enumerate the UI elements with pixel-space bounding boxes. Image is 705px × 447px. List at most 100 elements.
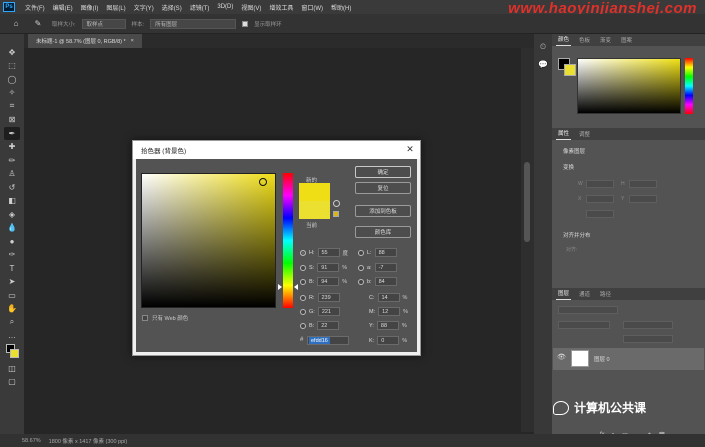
screen-mode-icon[interactable]: ▢ xyxy=(4,376,20,389)
tab-patterns[interactable]: 图案 xyxy=(619,36,634,46)
crop-tool-icon[interactable]: ⌗ xyxy=(4,100,20,113)
background-color-swatch[interactable] xyxy=(10,349,19,358)
tab-color[interactable]: 颜色 xyxy=(556,35,572,46)
eyedropper-preset-icon[interactable]: ✎ xyxy=(30,17,46,30)
color-selection-marker[interactable] xyxy=(259,178,267,186)
frame-tool-icon[interactable]: ⊠ xyxy=(4,114,20,127)
yellow-input[interactable]: 88 xyxy=(376,321,399,330)
color-libraries-button[interactable]: 颜色库 xyxy=(355,226,411,238)
show-ring-checkbox[interactable] xyxy=(242,20,249,27)
zoom-tool-icon[interactable]: ⌕ xyxy=(4,316,20,329)
tab-swatches[interactable]: 色板 xyxy=(577,36,592,46)
angle-field[interactable] xyxy=(586,210,614,218)
hue-slider-left-arrow-icon[interactable] xyxy=(278,284,282,290)
menu-edit[interactable]: 编辑(E) xyxy=(49,3,77,12)
a-channel-radio[interactable] xyxy=(358,264,364,271)
dialog-close-icon[interactable]: ✕ xyxy=(404,143,416,155)
history-brush-icon[interactable]: ↺ xyxy=(4,181,20,194)
blend-mode-select[interactable] xyxy=(558,321,610,329)
web-colors-only-checkbox[interactable] xyxy=(142,315,148,321)
sample-select[interactable]: 所有图层 xyxy=(150,18,237,29)
healing-brush-icon[interactable]: ✚ xyxy=(4,141,20,154)
eyedropper-tool-icon[interactable]: ✒ xyxy=(4,127,20,140)
current-color-swatch[interactable] xyxy=(299,201,330,219)
blue-input[interactable]: 22 xyxy=(317,321,340,330)
transform-section-label[interactable]: 变换 xyxy=(563,163,574,171)
zoom-level[interactable]: 58.67% xyxy=(22,438,41,444)
hue-slider[interactable] xyxy=(283,173,293,308)
saturation-input[interactable]: 91 xyxy=(317,263,340,272)
hue-input[interactable]: 55 xyxy=(317,248,340,257)
black-input[interactable]: 0 xyxy=(377,336,400,345)
menu-help[interactable]: 帮助(H) xyxy=(327,3,355,12)
menu-layer[interactable]: 图层(L) xyxy=(102,3,129,12)
red-input[interactable]: 239 xyxy=(317,293,340,302)
rectangle-tool-icon[interactable]: ▭ xyxy=(4,289,20,302)
hue-slider-right-arrow-icon[interactable] xyxy=(294,284,298,290)
tab-channels[interactable]: 通道 xyxy=(577,290,592,300)
fill-field[interactable] xyxy=(623,335,673,343)
comments-panel-icon[interactable]: 💬 xyxy=(537,60,549,70)
hand-tool-icon[interactable]: ✋ xyxy=(4,303,20,316)
reset-button[interactable]: 复位 xyxy=(355,182,411,194)
home-icon[interactable]: ⌂ xyxy=(8,17,24,30)
width-field[interactable] xyxy=(586,180,614,188)
quick-select-tool-icon[interactable]: ✧ xyxy=(4,87,20,100)
menu-window[interactable]: 窗口(W) xyxy=(297,3,327,12)
brightness-radio[interactable] xyxy=(300,278,306,285)
color-panel-field[interactable] xyxy=(577,58,681,114)
type-tool-icon[interactable]: T xyxy=(4,262,20,275)
color-swatches[interactable] xyxy=(4,343,20,361)
tab-gradients[interactable]: 渐变 xyxy=(598,36,613,46)
panel-background-swatch[interactable] xyxy=(564,64,576,76)
menu-select[interactable]: 选择(S) xyxy=(158,3,186,12)
menu-plugins[interactable]: 增效工具 xyxy=(265,3,297,12)
magenta-input[interactable]: 12 xyxy=(378,307,401,316)
blue-radio[interactable] xyxy=(300,322,306,329)
document-tab[interactable]: 未标题-1 @ 58.7% (图层 0, RGB/8) * × xyxy=(28,34,142,48)
web-colors-only-option[interactable]: 只有 Web 颜色 xyxy=(142,314,188,322)
menu-image[interactable]: 图像(I) xyxy=(77,3,103,12)
y-field[interactable] xyxy=(629,195,657,203)
red-radio[interactable] xyxy=(300,294,306,301)
hex-value[interactable]: efdd16 xyxy=(309,337,330,344)
lightness-input[interactable]: 88 xyxy=(374,248,397,257)
web-safe-warning-icon[interactable] xyxy=(333,211,339,217)
brightness-input[interactable]: 94 xyxy=(317,277,340,286)
b-channel-radio[interactable] xyxy=(358,278,364,285)
lasso-tool-icon[interactable]: ◯ xyxy=(4,73,20,86)
menu-file[interactable]: 文件(F) xyxy=(21,3,49,12)
layer-filter-select[interactable] xyxy=(558,306,618,314)
quick-mask-icon[interactable]: ◫ xyxy=(4,362,20,375)
saturation-brightness-field[interactable] xyxy=(141,173,276,308)
opacity-field[interactable] xyxy=(623,321,673,329)
history-panel-icon[interactable]: ⏲ xyxy=(537,42,549,52)
scrollbar-thumb[interactable] xyxy=(524,162,530,242)
layer-name[interactable]: 图层 0 xyxy=(594,355,610,363)
eraser-tool-icon[interactable]: ◧ xyxy=(4,195,20,208)
paint-bucket-icon[interactable]: ◈ xyxy=(4,208,20,221)
height-field[interactable] xyxy=(629,180,657,188)
path-select-icon[interactable]: ➤ xyxy=(4,276,20,289)
menu-view[interactable]: 视图(V) xyxy=(237,3,265,12)
photoshop-logo[interactable]: Ps xyxy=(3,2,15,12)
dodge-tool-icon[interactable]: ● xyxy=(4,235,20,248)
layer-visibility-icon[interactable]: 👁 xyxy=(557,353,566,361)
tab-layers[interactable]: 图层 xyxy=(556,289,572,300)
add-to-swatches-button[interactable]: 添加到色板 xyxy=(355,205,411,217)
marquee-tool-icon[interactable]: ⬚ xyxy=(4,60,20,73)
a-channel-input[interactable]: -7 xyxy=(374,263,397,272)
sample-size-select[interactable]: 取样点 xyxy=(81,18,126,29)
menu-filter[interactable]: 滤镜(T) xyxy=(186,3,214,12)
menu-3d[interactable]: 3D(D) xyxy=(213,4,237,10)
brush-tool-icon[interactable]: ✏ xyxy=(4,154,20,167)
dialog-titlebar[interactable]: 拾色器 (背景色) xyxy=(133,141,420,159)
color-panel-hue-slider[interactable] xyxy=(685,58,693,114)
tab-properties[interactable]: 属性 xyxy=(556,129,572,140)
document-tab-close-icon[interactable]: × xyxy=(131,38,134,44)
x-field[interactable] xyxy=(586,195,614,203)
saturation-radio[interactable] xyxy=(300,264,306,271)
lightness-radio[interactable] xyxy=(358,249,364,256)
tab-paths[interactable]: 路径 xyxy=(598,290,613,300)
green-radio[interactable] xyxy=(300,308,306,315)
